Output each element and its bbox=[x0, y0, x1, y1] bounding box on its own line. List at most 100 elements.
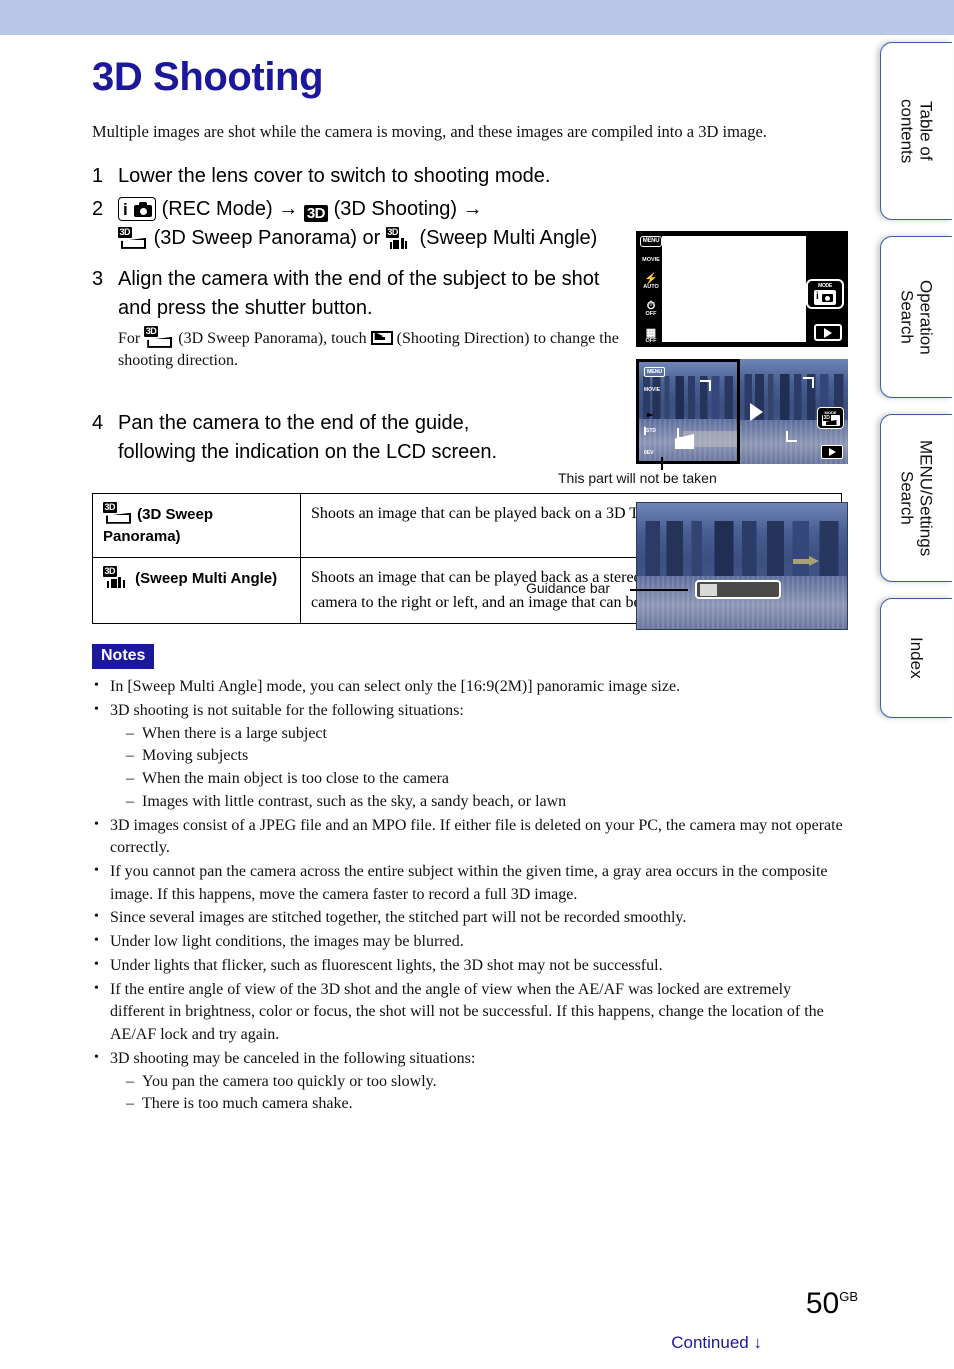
guidance-bar-knob bbox=[700, 583, 717, 596]
caption-leader-line bbox=[661, 457, 663, 470]
camera-glyph bbox=[134, 201, 152, 217]
note-subitem: When there is a large subject bbox=[124, 723, 847, 746]
tab-label: MENU/Settings Search bbox=[897, 439, 936, 557]
step-2-number: 2 bbox=[92, 197, 104, 220]
note-item: 3D images consist of a JPEG file and an … bbox=[92, 815, 847, 860]
table-3d-badge-2: 3D bbox=[103, 565, 117, 577]
frame-corner-icon bbox=[803, 377, 814, 388]
step-3-text: Align the camera with the end of the sub… bbox=[118, 267, 600, 319]
rec-mode-label: (REC Mode) bbox=[161, 197, 273, 220]
notes-badge: Notes bbox=[92, 644, 155, 670]
multi-bars-glyph bbox=[389, 237, 413, 249]
playback-button[interactable] bbox=[814, 324, 842, 341]
steps-list: 1 Lower the lens cover to switch to shoo… bbox=[92, 162, 632, 467]
tab-index[interactable]: Index bbox=[880, 598, 952, 718]
lcd-screen-panning: MODE 3D bbox=[740, 359, 848, 464]
flash-label: AUTO bbox=[643, 283, 659, 290]
step-4: 4 Pan the camera to the end of the guide… bbox=[92, 409, 512, 467]
tab-table-of-contents[interactable]: Table of contents bbox=[880, 42, 952, 220]
caption-not-taken-text: This part will not be taken bbox=[558, 470, 717, 486]
note-item: If the entire angle of view of the 3D sh… bbox=[92, 979, 847, 1047]
page-number-value: 50 bbox=[805, 1287, 840, 1320]
self-timer-icon: ⏱ OFF bbox=[645, 299, 657, 317]
guidance-bar-label: Guidance bar bbox=[526, 579, 611, 596]
three-d-shooting-label: (3D Shooting) bbox=[333, 197, 457, 220]
step-3: 3 Align the camera with the end of the s… bbox=[92, 265, 632, 373]
page-number: 50GB bbox=[806, 1287, 858, 1321]
intro-paragraph: Multiple images are shot while the camer… bbox=[92, 122, 767, 141]
sweep-panorama-icon: 3D bbox=[118, 226, 148, 251]
flash-auto-icon: ⚡ AUTO bbox=[643, 272, 659, 290]
panorama-glyph-table bbox=[106, 512, 131, 524]
burst-label: OFF bbox=[645, 337, 657, 344]
sweep-panorama-3d-badge: 3D bbox=[118, 226, 132, 238]
ev-icon: 0EV bbox=[644, 450, 654, 456]
caption-not-taken: This part will not be taken bbox=[558, 457, 776, 486]
note-item: Under low light conditions, the images m… bbox=[92, 931, 847, 954]
guidance-bar bbox=[695, 580, 781, 599]
timer-label: OFF bbox=[645, 310, 657, 317]
note-subitem: You pan the camera too quickly or too sl… bbox=[124, 1071, 847, 1094]
movie-icon: MOVIE bbox=[642, 256, 660, 264]
tab-label: Table of contents bbox=[897, 98, 936, 164]
note-subitems: When there is a large subject Moving sub… bbox=[124, 723, 847, 814]
mode-button-i: i bbox=[816, 291, 819, 302]
playback-button[interactable] bbox=[821, 445, 843, 459]
note-subitem: Moving subjects bbox=[124, 745, 847, 768]
three-d-badge-icon: 3D bbox=[303, 204, 329, 222]
mode-button-icon: i bbox=[814, 290, 836, 305]
guidance-leader-line bbox=[630, 589, 688, 591]
menu-icon: MENU bbox=[644, 367, 665, 377]
tab-label: Operation Search bbox=[897, 279, 936, 355]
mode-name-cell-1: 3D (3D Sweep Panorama) bbox=[92, 492, 301, 558]
frame-corner-icon bbox=[700, 380, 711, 391]
lcd-screen-pair: MENU MOVIE STD 0EV MODE 3D bbox=[636, 359, 848, 464]
panorama-glyph-inline bbox=[147, 336, 173, 348]
tab-menu-settings-search[interactable]: MENU/Settings Search bbox=[880, 414, 952, 582]
note-item: 3D shooting may be canceled in the follo… bbox=[92, 1048, 847, 1116]
movie-icon: MOVIE bbox=[644, 387, 660, 393]
continued-link[interactable]: Continued ↓ bbox=[671, 1333, 762, 1353]
step-1: 1 Lower the lens cover to switch to shoo… bbox=[92, 162, 632, 191]
step-3-number: 3 bbox=[92, 267, 104, 290]
direction-triangle-icon bbox=[750, 403, 763, 421]
note-subitem: There is too much camera shake. bbox=[124, 1093, 847, 1116]
std-label: STD bbox=[646, 428, 656, 434]
step-1-number: 1 bbox=[92, 164, 104, 187]
burst-mode-icon: ▦ OFF bbox=[645, 326, 657, 344]
note-text: 3D shooting is not suitable for the foll… bbox=[110, 702, 464, 720]
image-size-std-icon: STD bbox=[644, 427, 656, 435]
note-item: Since several images are stitched togeth… bbox=[92, 907, 847, 930]
step-3-body: Align the camera with the end of the sub… bbox=[118, 265, 632, 373]
pan-direction-arrow-icon bbox=[793, 556, 819, 566]
note-item: Under lights that flicker, such as fluor… bbox=[92, 955, 847, 978]
rec-mode-i-letter: i bbox=[123, 199, 128, 219]
multi-bars-glyph-table bbox=[107, 576, 130, 588]
movie-label: MOVIE bbox=[644, 387, 661, 393]
menu-icon: MENU bbox=[639, 236, 663, 247]
note-subitem: When the main object is too close to the… bbox=[124, 768, 847, 791]
continued-label: Continued bbox=[671, 1333, 749, 1352]
table-3d-badge-1: 3D bbox=[103, 501, 117, 513]
3d-sweep-panorama-icon: 3D bbox=[103, 501, 133, 526]
mode-button-3d-badge: 3D bbox=[822, 415, 831, 421]
step-1-text: Lower the lens cover to switch to shooti… bbox=[118, 164, 551, 187]
arrow-1: → bbox=[278, 197, 299, 220]
mode-name-cell-2: 3D (Sweep Multi Angle) bbox=[92, 556, 301, 625]
tab-label: Index bbox=[907, 637, 927, 679]
step-2-text: i (REC Mode) → 3D (3D Shooting) → 3D (3D… bbox=[118, 195, 632, 253]
sweep-panorama-label: (3D Sweep Panorama) or bbox=[153, 226, 381, 249]
page-title: 3D Shooting bbox=[92, 55, 324, 99]
step-2: 2 i (REC Mode) → 3D (3D Shooting) → 3D (… bbox=[92, 195, 632, 253]
mode-button[interactable]: MODE 3D bbox=[817, 407, 844, 429]
note-subitems: You pan the camera too quickly or too sl… bbox=[124, 1071, 847, 1116]
illustrations-column: MENU MOVIE ⚡ AUTO ⏱ OFF ▦ OFF MODE i MENU M… bbox=[526, 231, 854, 630]
tab-operation-search[interactable]: Operation Search bbox=[880, 236, 952, 398]
note-text: 3D shooting may be canceled in the follo… bbox=[110, 1049, 476, 1067]
sweep-panorama-3d-badge-inline: 3D bbox=[144, 325, 158, 337]
movie-label: MOVIE bbox=[642, 256, 660, 263]
mode-button[interactable]: MODE i bbox=[806, 279, 844, 309]
note-subitem: Images with little contrast, such as the… bbox=[124, 791, 847, 814]
note-item: If you cannot pan the camera across the … bbox=[92, 861, 847, 906]
page-body: 3D Shooting Multiple images are shot whi… bbox=[0, 35, 880, 1369]
